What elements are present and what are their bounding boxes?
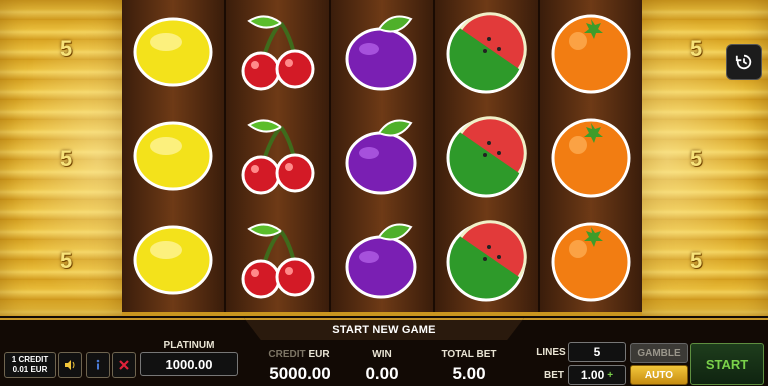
orange-symbol	[546, 111, 636, 201]
jackpot-value: 1000.00	[140, 352, 238, 376]
cherries-icon	[241, 223, 315, 299]
credit-value-line2: 0.01 EUR	[12, 365, 48, 374]
orange-icon	[551, 14, 631, 94]
watermelon-reel	[435, 0, 540, 312]
start-button[interactable]: START	[690, 343, 764, 385]
lemon-reel	[122, 0, 227, 312]
speaker-icon	[65, 360, 75, 370]
watermelon-icon	[446, 12, 528, 94]
orange-reel	[539, 0, 643, 312]
plum-icon	[345, 119, 417, 195]
gamble-button[interactable]: GAMBLE	[630, 343, 688, 363]
cherries-symbol	[233, 7, 323, 97]
win-label: WIN	[372, 349, 392, 360]
sound-button[interactable]	[58, 352, 82, 378]
plum-reel	[330, 0, 436, 312]
info-icon	[96, 359, 100, 370]
lemon-icon	[133, 121, 213, 191]
credit-value: 5000.00	[269, 364, 331, 383]
orange-symbol	[546, 215, 636, 305]
total-bet-value: 5.00	[452, 364, 486, 383]
cherry-reel	[226, 0, 331, 312]
lemon-symbol	[128, 215, 218, 305]
lemon-symbol	[128, 111, 218, 201]
divider-right	[518, 318, 768, 320]
credit-value-line1: 1 CREDIT	[11, 355, 49, 364]
bet-adjust-icon[interactable]: +	[607, 370, 613, 381]
payline-number-right-bottom: 5	[690, 248, 703, 273]
auto-button[interactable]: AUTO	[630, 365, 688, 385]
credit-label: CREDIT EUR	[262, 349, 336, 360]
watermelon-symbol	[441, 215, 531, 305]
divider-left	[0, 318, 250, 320]
start-new-game-banner: START NEW GAME	[244, 318, 524, 340]
bet-label: BET	[544, 370, 564, 381]
lemon-icon	[133, 17, 213, 87]
lines-label: LINES	[536, 347, 566, 358]
orange-icon	[551, 118, 631, 198]
payline-number-right-middle: 5	[690, 146, 703, 171]
plum-icon	[345, 223, 417, 299]
close-button[interactable]	[112, 352, 136, 378]
slot-reels	[122, 0, 643, 316]
plum-symbol	[337, 215, 427, 305]
plum-symbol	[337, 111, 427, 201]
bet-selector[interactable]: 1.00 +	[568, 365, 626, 385]
watermelon-symbol	[441, 7, 531, 97]
cherries-icon	[241, 15, 315, 91]
banner-text: START NEW GAME	[332, 324, 436, 336]
orange-symbol	[546, 7, 636, 97]
total-bet-label: TOTAL BET	[441, 349, 497, 360]
plum-symbol	[337, 7, 427, 97]
cherries-symbol	[233, 111, 323, 201]
credit-value-button[interactable]: 1 CREDIT 0.01 EUR	[4, 352, 56, 378]
payline-number-left-top: 5	[60, 36, 73, 61]
cherries-symbol	[233, 215, 323, 305]
info-button[interactable]	[86, 352, 110, 378]
credit-label-text: CREDIT	[268, 349, 306, 360]
orange-icon	[551, 222, 631, 302]
lemon-icon	[133, 225, 213, 295]
win-value: 0.00	[365, 364, 399, 383]
watermelon-icon	[446, 116, 528, 198]
lines-selector[interactable]: 5	[568, 342, 626, 362]
watermelon-icon	[446, 220, 528, 302]
lemon-symbol	[128, 7, 218, 97]
credit-currency: EUR	[308, 349, 330, 360]
payline-number-left-bottom: 5	[60, 248, 73, 273]
history-button[interactable]	[726, 44, 762, 80]
payline-number-left-middle: 5	[60, 146, 73, 171]
history-icon	[735, 54, 752, 70]
payline-number-right-top: 5	[690, 36, 703, 61]
bet-value: 1.00	[580, 368, 605, 382]
cherries-icon	[241, 119, 315, 195]
cross-icon	[119, 360, 129, 370]
plum-icon	[345, 15, 417, 91]
watermelon-symbol	[441, 111, 531, 201]
